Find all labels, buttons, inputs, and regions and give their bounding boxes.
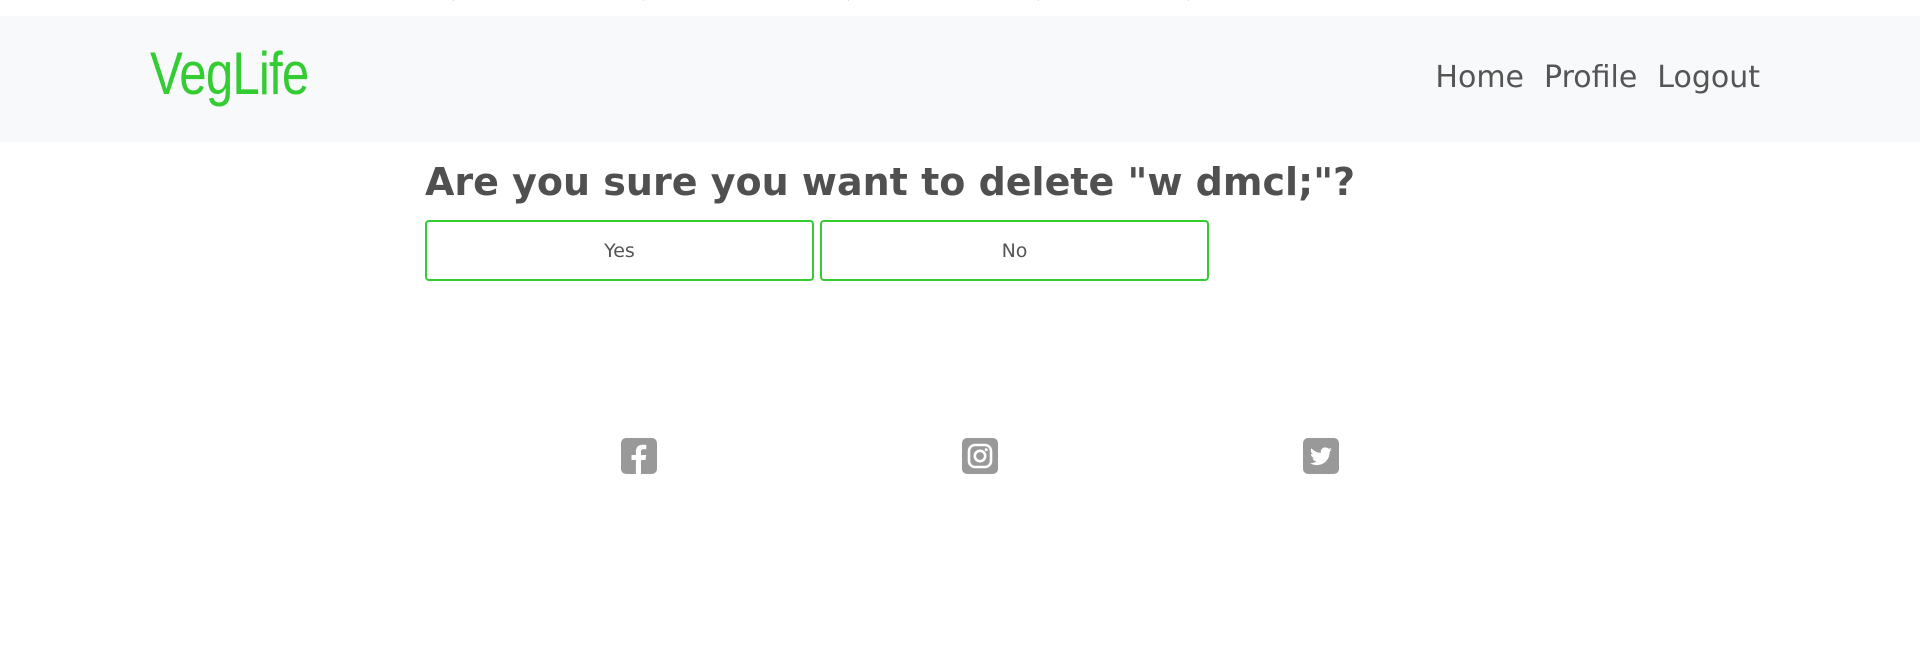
yes-button[interactable]: Yes [425, 220, 814, 281]
facebook-icon[interactable] [621, 438, 657, 474]
brand-logo[interactable]: VegLife [150, 44, 309, 104]
navbar: VegLife Home Profile Logout [0, 16, 1920, 142]
instagram-icon[interactable] [962, 438, 998, 474]
nav-links: Home Profile Logout [1435, 60, 1760, 96]
twitter-icon[interactable] [1303, 438, 1339, 474]
nav-logout-link[interactable]: Logout [1657, 60, 1760, 96]
clipped-content-marks [452, 0, 1189, 1]
nav-profile-link[interactable]: Profile [1544, 60, 1637, 96]
no-button[interactable]: No [820, 220, 1209, 281]
confirm-buttons: Yes No [425, 220, 1209, 281]
top-strip [0, 0, 1920, 16]
nav-home-link[interactable]: Home [1435, 60, 1524, 96]
delete-question: Are you sure you want to delete "w dmcl;… [425, 160, 1356, 204]
delete-confirmation: Are you sure you want to delete "w dmcl;… [425, 160, 1355, 206]
